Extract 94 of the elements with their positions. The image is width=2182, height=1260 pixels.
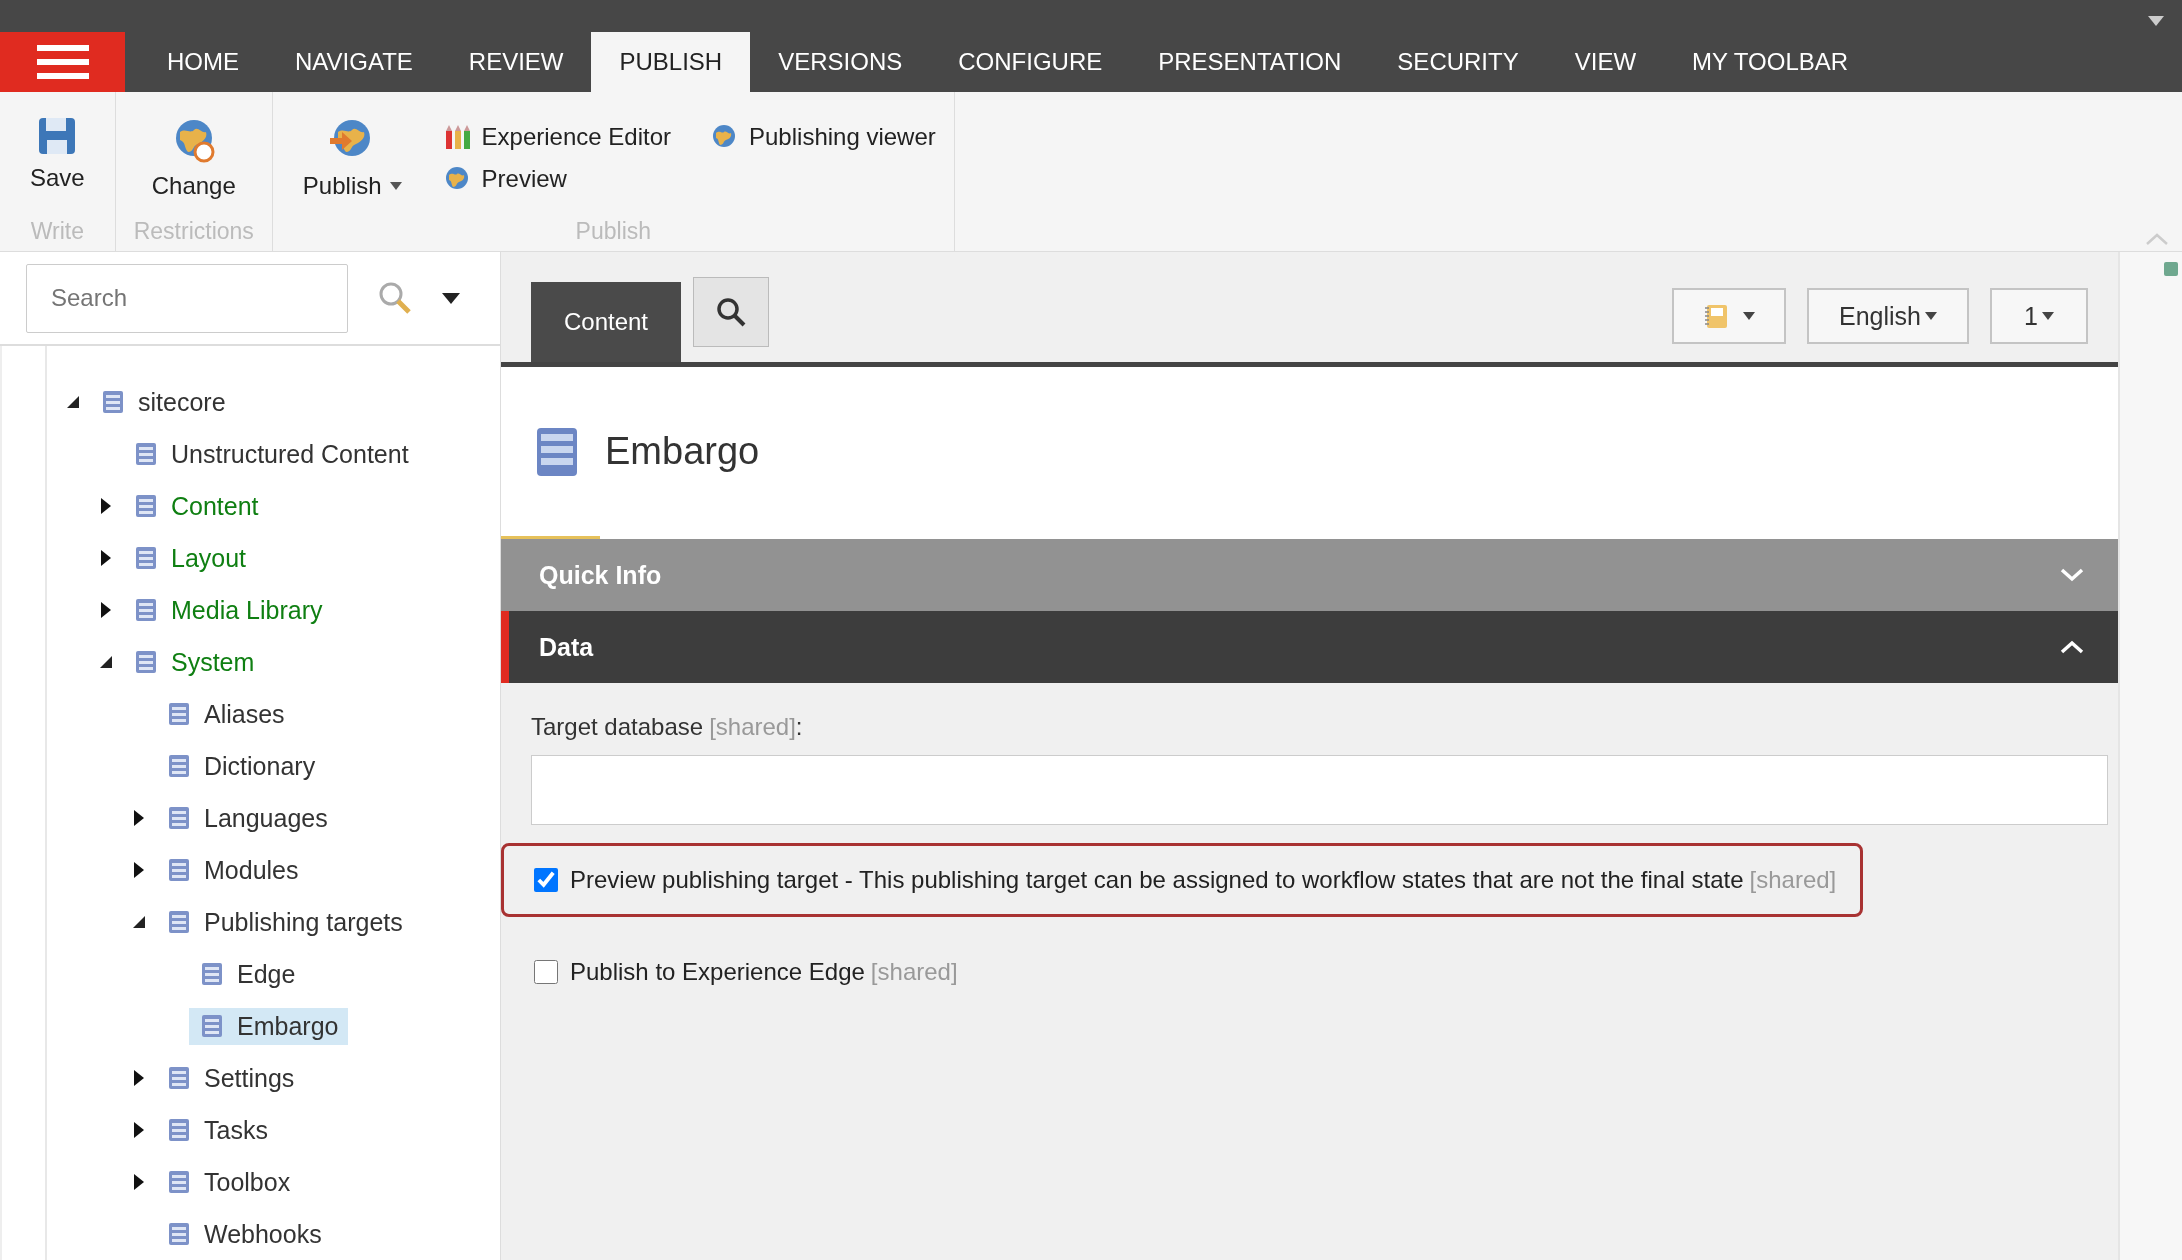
tree-item[interactable]: Languages: [156, 799, 338, 837]
tree-item[interactable]: Publishing targets: [156, 903, 413, 941]
item-icon: [166, 857, 192, 883]
expand-arrow-icon[interactable]: [101, 498, 111, 514]
tree-item[interactable]: Toolbox: [156, 1163, 301, 1201]
item-title: Embargo: [605, 430, 760, 473]
checkbox[interactable]: [534, 868, 558, 892]
expand-arrow-icon[interactable]: [134, 862, 144, 878]
tree-item[interactable]: Aliases: [156, 695, 295, 733]
search-icon: [716, 297, 746, 327]
item-icon: [166, 1169, 192, 1195]
expand-arrow-icon[interactable]: [134, 810, 144, 826]
chevron-down-icon: [2060, 568, 2084, 582]
shared-tag: [shared]: [709, 713, 796, 740]
tree-item[interactable]: System: [123, 643, 265, 681]
item-icon: [166, 1117, 192, 1143]
tree-item[interactable]: Embargo: [189, 1007, 349, 1045]
tree-item[interactable]: Webhooks: [156, 1215, 332, 1253]
caret-icon: [2041, 312, 2054, 320]
caret-icon[interactable]: [442, 292, 460, 304]
ribbon-button[interactable]: Preview: [443, 158, 671, 200]
menu-tab[interactable]: PUBLISH: [591, 32, 751, 92]
status-indicator-icon: [2164, 262, 2178, 276]
checkbox[interactable]: [534, 960, 558, 984]
menu-tab[interactable]: NAVIGATE: [267, 32, 441, 92]
ribbon-button[interactable]: Change: [139, 116, 248, 200]
caret-icon: [1743, 312, 1755, 320]
field-label: Target database: [531, 713, 704, 740]
editor-tab[interactable]: Content: [531, 282, 681, 362]
language-dropdown[interactable]: English: [1807, 288, 1969, 344]
tree-item[interactable]: Layout: [123, 539, 257, 577]
pencils-icon: [443, 123, 472, 151]
ribbon-button[interactable]: Publishing viewer: [711, 116, 936, 158]
tree-item[interactable]: Unstructured Content: [123, 435, 419, 473]
tree-item[interactable]: Edge: [189, 955, 306, 993]
shared-tag: [shared]: [1749, 866, 1837, 894]
tree-item[interactable]: sitecore: [90, 383, 236, 421]
section-header[interactable]: Data: [501, 611, 2118, 683]
item-icon: [166, 909, 192, 935]
item-icon: [166, 1065, 192, 1091]
item-icon: [133, 597, 159, 623]
caret-icon: [1925, 312, 1937, 320]
ribbon-button[interactable]: Experience Editor: [443, 116, 671, 158]
menu-tab[interactable]: CONFIGURE: [930, 32, 1131, 92]
item-icon: [133, 441, 159, 467]
search-tab[interactable]: [693, 277, 769, 347]
ribbon-group-label: Publish: [575, 218, 652, 246]
item-icon: [100, 389, 126, 415]
expand-arrow-icon[interactable]: [134, 1070, 144, 1086]
tree-item[interactable]: Settings: [156, 1059, 305, 1097]
chevron-up-icon: [2060, 640, 2084, 654]
caret-icon[interactable]: [2148, 16, 2164, 26]
menu-tab[interactable]: MY TOOLBAR: [1664, 32, 1877, 92]
checkbox-label: Publish to Experience Edge: [570, 958, 865, 986]
item-icon: [166, 805, 192, 831]
item-icon: [133, 649, 159, 675]
tree-item[interactable]: Content: [123, 487, 269, 525]
item-icon: [199, 1013, 225, 1039]
menu-icon: [36, 45, 89, 79]
tree-item[interactable]: Media Library: [123, 591, 333, 629]
tree-item[interactable]: Tasks: [156, 1111, 278, 1149]
ribbon-button[interactable]: Save: [18, 116, 97, 192]
item-icon: [166, 701, 192, 727]
collapse-arrow-icon[interactable]: [100, 656, 112, 668]
label-colon: :: [795, 713, 803, 740]
menu-tab[interactable]: HOME: [139, 32, 267, 92]
item-icon: [133, 493, 159, 519]
menu-tab[interactable]: PRESENTATION: [1130, 32, 1370, 92]
notebook-icon: [1703, 303, 1729, 329]
menu-tab[interactable]: SECURITY: [1369, 32, 1547, 92]
item-icon: [199, 961, 225, 987]
menu-button[interactable]: [0, 32, 125, 92]
collapse-arrow-icon[interactable]: [67, 396, 79, 408]
item-icon: [133, 545, 159, 571]
expand-arrow-icon[interactable]: [134, 1174, 144, 1190]
ribbon-button[interactable]: Publish: [290, 116, 414, 200]
ribbon-group-label: Write: [30, 218, 84, 246]
menu-tab[interactable]: REVIEW: [440, 32, 592, 92]
tree-item[interactable]: Dictionary: [156, 747, 326, 785]
checkbox-label: Preview publishing target - This publishing target can be assigned to workflow states that are not the final state: [570, 866, 1744, 894]
input-field[interactable]: [531, 755, 2108, 825]
search-field[interactable]: Search: [26, 263, 348, 333]
expand-arrow-icon[interactable]: [101, 550, 111, 566]
item-icon: [166, 753, 192, 779]
item-icon: [166, 1221, 192, 1247]
expand-arrow-icon[interactable]: [134, 1122, 144, 1138]
shared-tag: [shared]: [870, 958, 958, 986]
menu-tab[interactable]: VERSIONS: [750, 32, 931, 92]
tree-item[interactable]: Modules: [156, 851, 309, 889]
expand-arrow-icon[interactable]: [101, 602, 111, 618]
ribbon-group-label: Restrictions: [133, 218, 254, 246]
collapse-arrow-icon[interactable]: [133, 916, 145, 928]
menu-tab[interactable]: VIEW: [1546, 32, 1665, 92]
version-dropdown[interactable]: 1: [1990, 288, 2088, 344]
